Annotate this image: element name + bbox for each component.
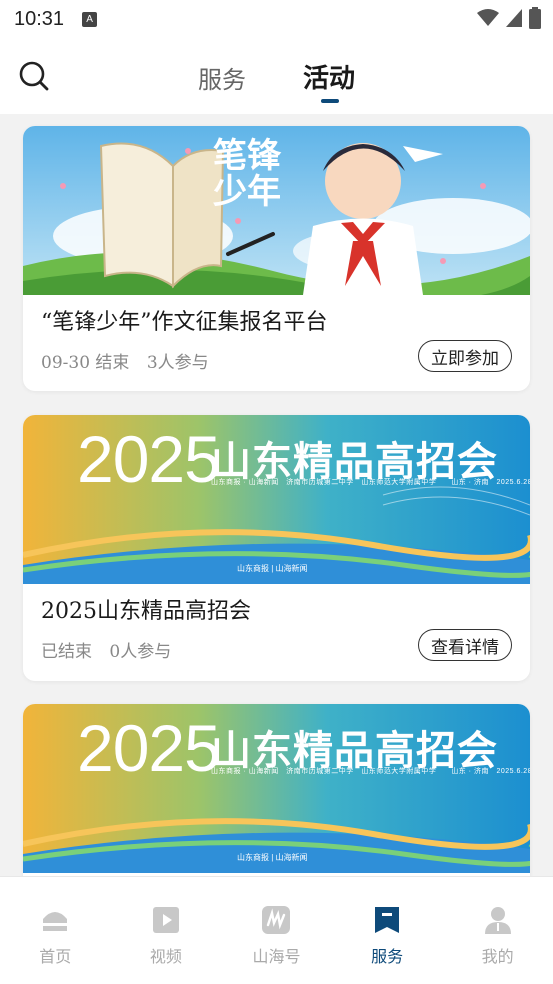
- active-tab-indicator: [321, 99, 339, 103]
- activity-end-date: 已结束: [41, 642, 92, 662]
- bottom-navigation: 首页 视频 山海号 服务 我的: [0, 876, 553, 984]
- nav-home-label: 首页: [39, 947, 72, 966]
- activity-banner-image: 2025 山东精品高招会 山东商报 · 山海新闻 济南市历城第二中学 山东师范大…: [23, 704, 530, 873]
- battery-icon: [529, 7, 541, 29]
- banner-organizers: 山东商报 · 山海新闻 济南市历城第二中学 山东师范大学附属中学 山东 · 济南…: [211, 479, 530, 486]
- search-button[interactable]: [18, 60, 50, 92]
- nav-service[interactable]: 服务: [332, 877, 443, 984]
- activity-meta: 已结束 0人参与: [41, 637, 171, 662]
- profile-icon: [484, 907, 511, 934]
- activity-participants: 3人参与: [146, 353, 209, 373]
- signal-icon: [506, 9, 522, 27]
- nav-video[interactable]: 视频: [111, 877, 222, 984]
- video-icon: [152, 907, 179, 933]
- notification-icon: A: [82, 11, 98, 27]
- top-header: 服务 活动: [0, 38, 553, 114]
- banner-year: 2025: [77, 711, 221, 785]
- banner-logos: 山东商报 | 山海新闻: [237, 853, 308, 862]
- activity-banner-image: 2025 山东精品高招会 山东商报 · 山海新闻 济南市历城第二中学 山东师范大…: [23, 415, 530, 584]
- activity-meta: 09-30 结束 3人参与: [41, 348, 209, 373]
- system-icons: [477, 7, 541, 29]
- tab-service[interactable]: 服务: [198, 60, 246, 95]
- search-icon: [19, 61, 49, 91]
- status-time: 10:31: [14, 7, 65, 30]
- nav-profile[interactable]: 我的: [442, 877, 553, 984]
- activity-card[interactable]: 2025 山东精品高招会 山东商报 · 山海新闻 济南市历城第二中学 山东师范大…: [23, 704, 530, 876]
- banner-year: 2025: [77, 422, 221, 496]
- activity-end-date: 09-30 结束: [41, 353, 130, 373]
- activity-card[interactable]: 笔锋少年 “笔锋少年”作文征集报名平台 09-30 结束 3人参与 立即参加: [23, 126, 530, 391]
- bookmark-icon: [375, 907, 400, 933]
- nav-service-label: 服务: [371, 947, 404, 966]
- banner-caption: 笔锋少年: [213, 136, 281, 212]
- nav-shanhai[interactable]: 山海号: [221, 877, 332, 984]
- banner-logos: 山东商报 | 山海新闻: [237, 564, 308, 573]
- activity-title: “笔锋少年”作文征集报名平台: [41, 310, 328, 335]
- nav-video-label: 视频: [149, 947, 182, 966]
- wifi-icon: [477, 9, 499, 26]
- activity-card[interactable]: 2025 山东精品高招会 山东商报 · 山海新闻 济南市历城第二中学 山东师范大…: [23, 415, 530, 681]
- activity-title: 2025山东精品高招会: [41, 599, 251, 624]
- nav-shanhai-label: 山海号: [252, 947, 301, 966]
- join-button[interactable]: 立即参加: [418, 340, 512, 372]
- shanhai-icon: [262, 906, 291, 934]
- home-icon: [43, 912, 68, 931]
- activity-list[interactable]: 笔锋少年 “笔锋少年”作文征集报名平台 09-30 结束 3人参与 立即参加 2…: [0, 114, 553, 876]
- nav-profile-label: 我的: [481, 947, 514, 966]
- nav-home[interactable]: 首页: [0, 877, 111, 984]
- status-bar: 10:31 A: [0, 0, 553, 38]
- activity-banner-image: 笔锋少年: [23, 126, 530, 295]
- view-details-button[interactable]: 查看详情: [418, 629, 512, 661]
- activity-participants: 0人参与: [109, 642, 172, 662]
- banner-organizers: 山东商报 · 山海新闻 济南市历城第二中学 山东师范大学附属中学 山东 · 济南…: [211, 768, 530, 775]
- tab-activity[interactable]: 活动: [303, 58, 355, 95]
